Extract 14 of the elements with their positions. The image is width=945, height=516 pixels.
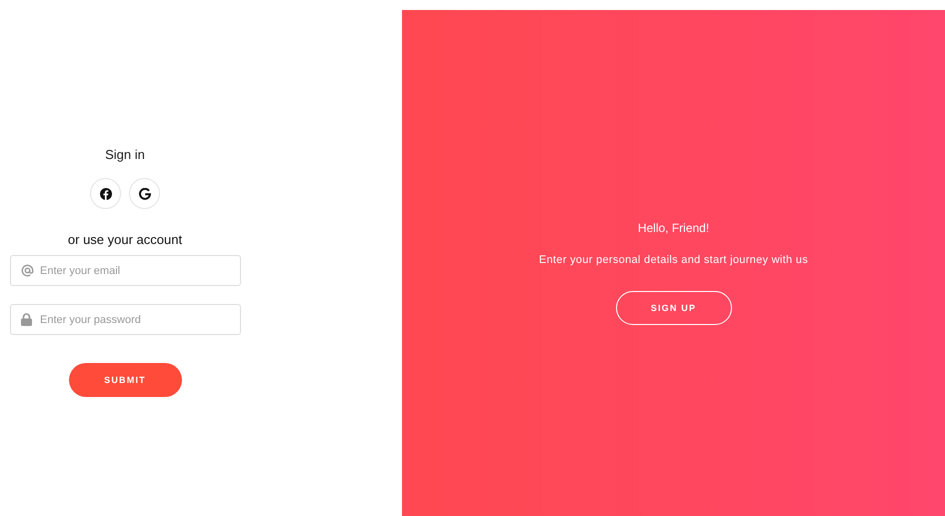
g-letter-icon bbox=[138, 188, 150, 200]
at-sign-icon bbox=[21, 264, 34, 277]
sign-up-button[interactable]: SIGN UP bbox=[616, 291, 732, 325]
input-field[interactable]: Enter your password bbox=[10, 304, 241, 335]
alternative-login-text: or use your account bbox=[68, 232, 182, 247]
welcome-heading: Hello, Friend! bbox=[638, 221, 710, 235]
submit-button[interactable]: SUBMIT bbox=[68, 363, 182, 397]
input-field[interactable]: Enter your email bbox=[10, 255, 241, 286]
circle-f-icon bbox=[100, 188, 112, 200]
social-login-button[interactable] bbox=[90, 178, 121, 209]
lock-icon bbox=[21, 313, 32, 326]
social-login-button[interactable] bbox=[129, 178, 160, 209]
welcome-text: Enter your personal details and start journey with us bbox=[538, 254, 808, 266]
sign-in-heading: Sign in bbox=[105, 147, 145, 162]
